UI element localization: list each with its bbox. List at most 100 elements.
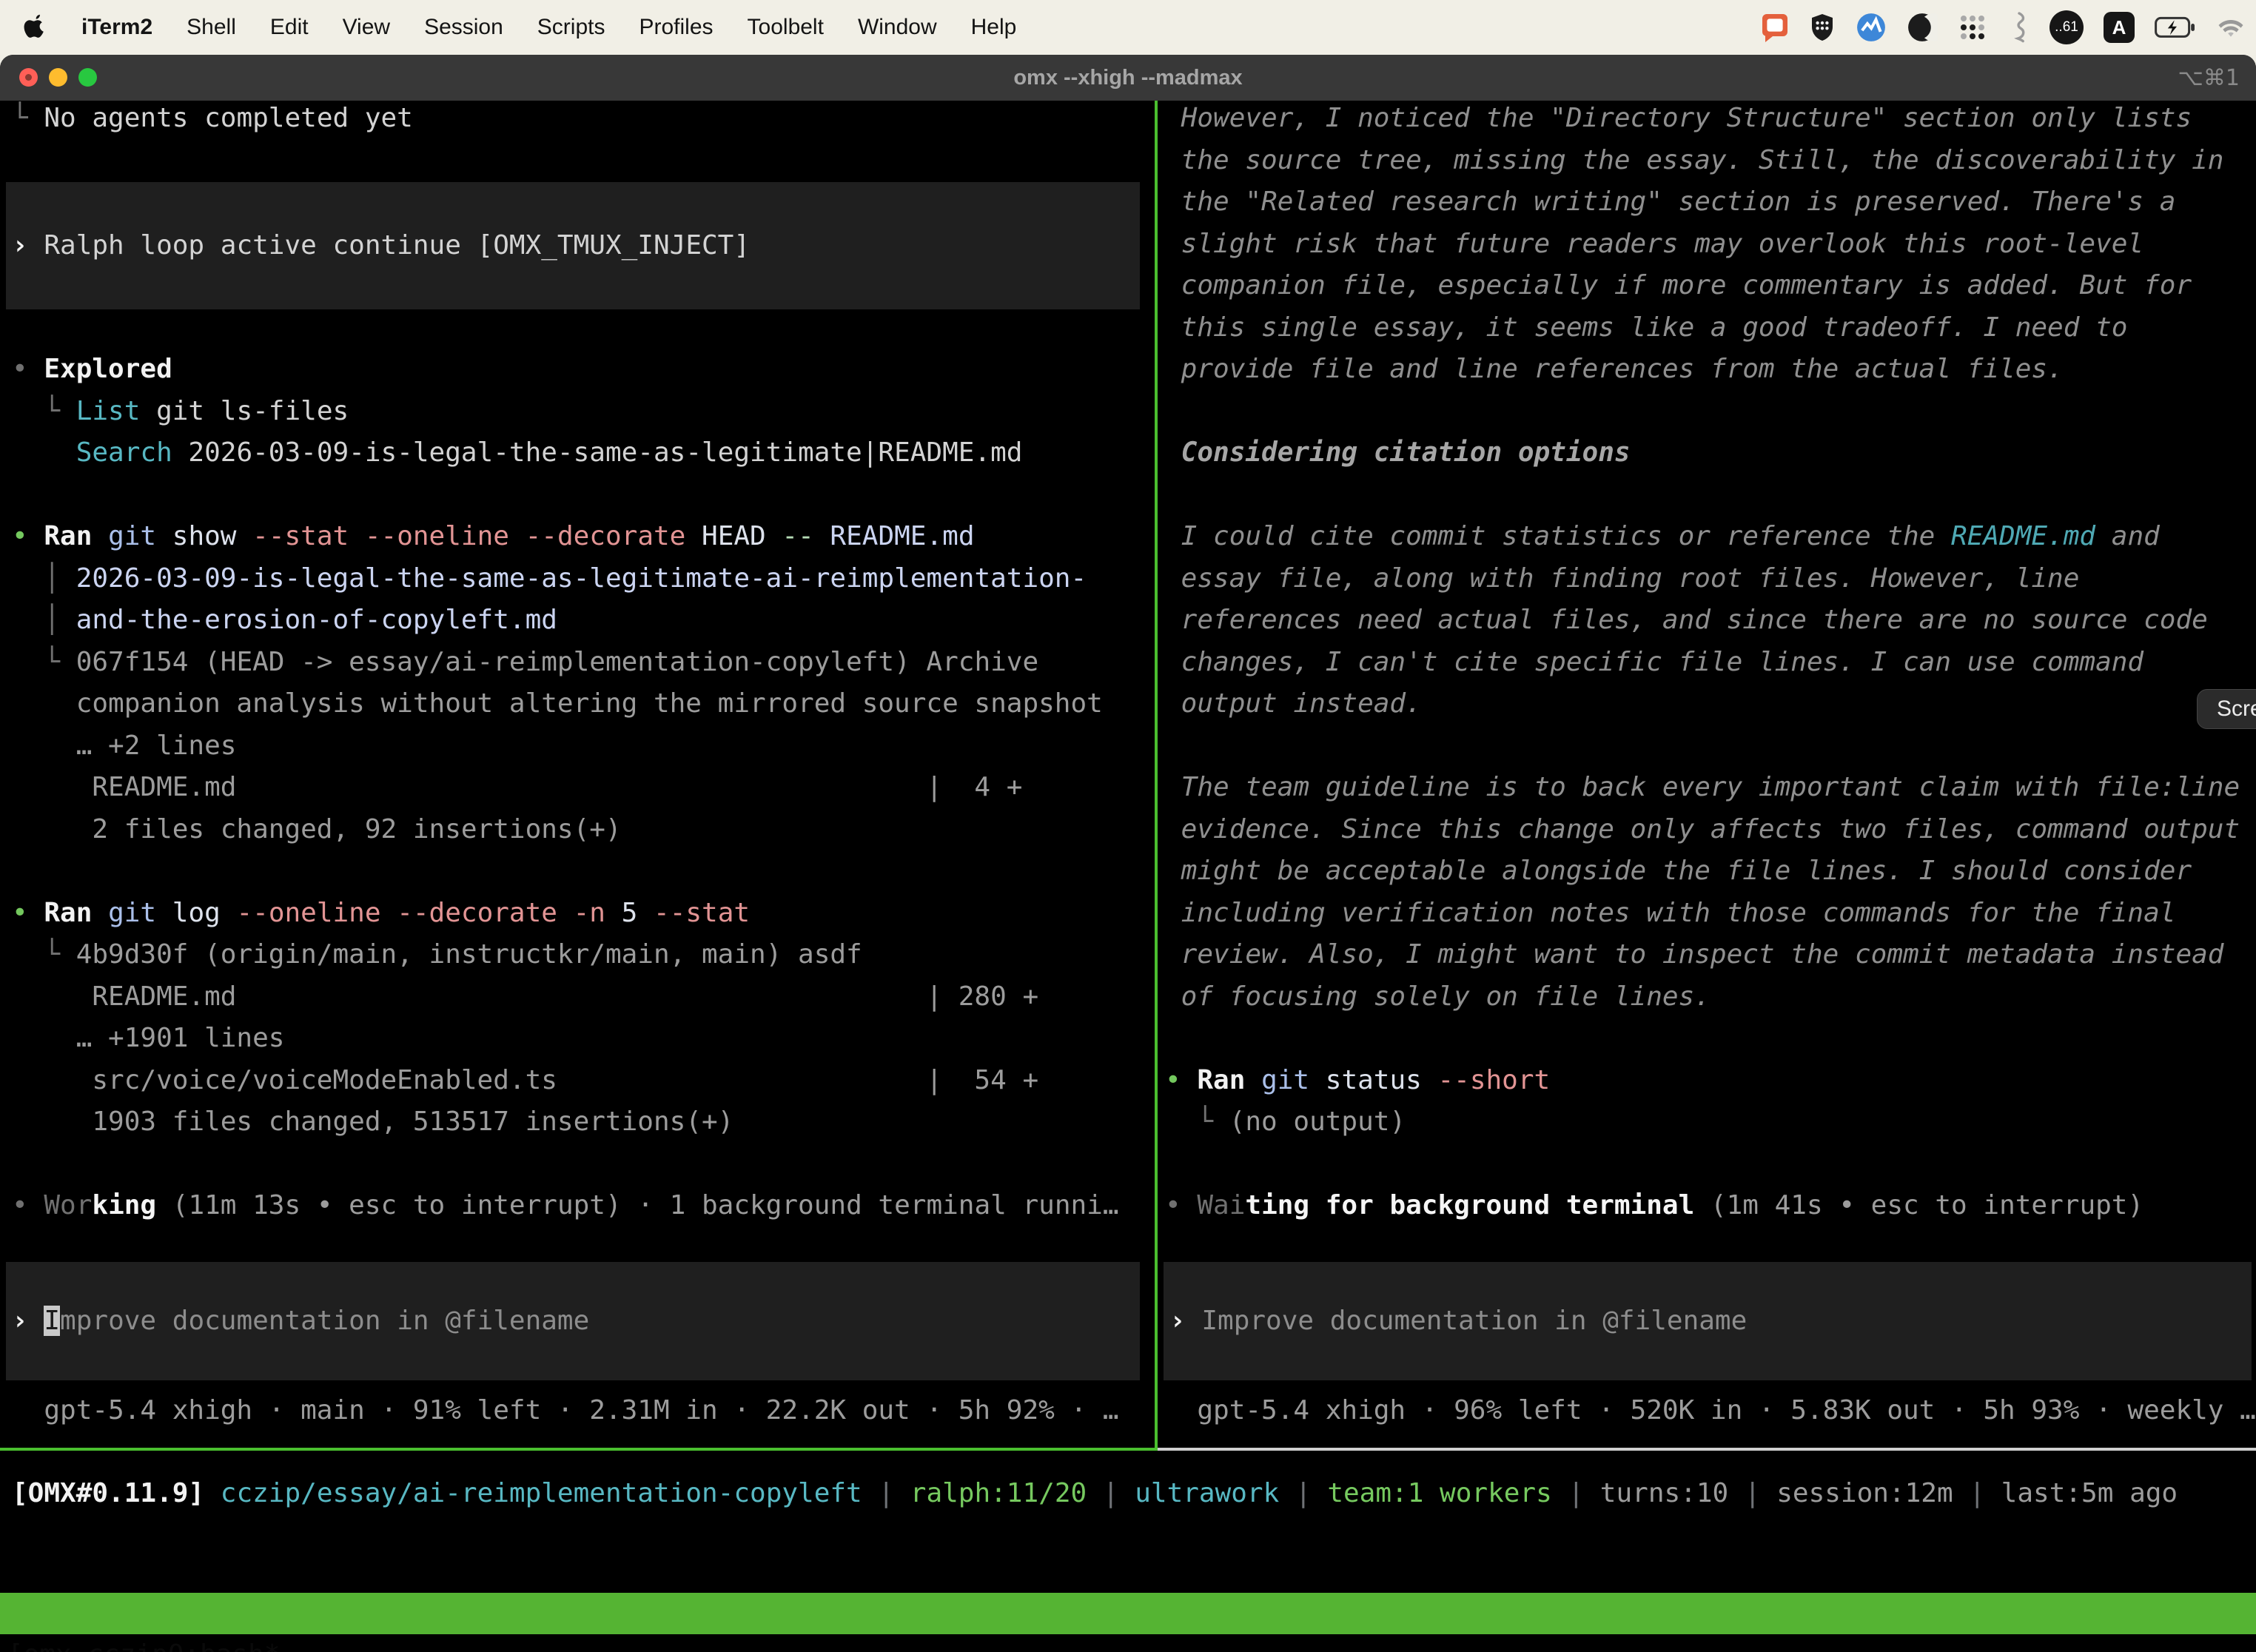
terminal-line: • Working (11m 13s • esc to interrupt) ·… bbox=[12, 1185, 1155, 1227]
text-segment: Wai bbox=[1197, 1190, 1245, 1220]
queued-message-box: › Ralph loop active continue [OMX_TMUX_I… bbox=[6, 182, 1140, 309]
right-prompt-line: › Improve documentation in @filename bbox=[1169, 1300, 1747, 1343]
apple-menu[interactable] bbox=[24, 10, 47, 44]
text-segment: … +2 lines bbox=[12, 731, 236, 761]
text-segment: essay file, along with finding root file… bbox=[1165, 563, 2079, 594]
text-segment: evidence. Since this change only affects… bbox=[1165, 814, 2240, 845]
terminal-line: Search 2026-03-09-is-legal-the-same-as-l… bbox=[12, 432, 1155, 474]
text-segment: HEAD bbox=[702, 521, 782, 551]
terminal-line: └ 067f154 (HEAD -> essay/ai-reimplementa… bbox=[12, 642, 1155, 684]
terminal-line bbox=[12, 474, 1155, 517]
tmux-session-label: [omx-cczip0:bash* bbox=[7, 1634, 280, 1652]
menu-item-edit[interactable]: Edit bbox=[270, 15, 309, 40]
apple-icon bbox=[24, 10, 47, 44]
menu-bar-status-icons: ..61 A bbox=[1761, 0, 2246, 55]
text-segment: Ran bbox=[44, 898, 108, 928]
menu-item-view[interactable]: View bbox=[343, 15, 390, 40]
terminal-line: might be acceptable alongside the file l… bbox=[1165, 850, 2256, 893]
count-badge-icon[interactable]: ..61 bbox=[2049, 10, 2084, 44]
iterm2-window: omx --xhigh --madmax ⌥⌘1 └ No agents com… bbox=[0, 55, 2256, 1652]
tmux-pane-left[interactable]: └ No agents completed yet• Explored └ Li… bbox=[0, 101, 1155, 1448]
menu-item-help[interactable]: Help bbox=[971, 15, 1017, 40]
text-segment: this single essay, it seems like a good … bbox=[1165, 312, 2127, 343]
dots-grid-icon[interactable] bbox=[1958, 13, 1987, 42]
text-segment: git bbox=[108, 898, 172, 928]
menu-item-toolbelt[interactable]: Toolbelt bbox=[748, 15, 824, 40]
menu-item-session[interactable]: Session bbox=[424, 15, 503, 40]
text-segment: | bbox=[862, 1478, 910, 1508]
text-segment bbox=[204, 1478, 221, 1508]
tmux-pane-right[interactable]: However, I noticed the "Directory Struct… bbox=[1159, 101, 2256, 1448]
text-segment: README.md bbox=[830, 521, 974, 551]
pane-divider-horizontal-active[interactable] bbox=[0, 1448, 1158, 1451]
privacy-shield-icon[interactable] bbox=[1809, 13, 1836, 42]
left-prompt-line: › Improve documentation in @filename bbox=[12, 1300, 589, 1343]
terminal-line: The team guideline is to back every impo… bbox=[1165, 767, 2256, 809]
text-segment: show bbox=[172, 521, 252, 551]
serpent-icon[interactable] bbox=[2007, 11, 2030, 44]
terminal-line: references need actual files, and since … bbox=[1165, 600, 2256, 642]
terminal-line bbox=[12, 140, 1155, 182]
screen-notification-toast[interactable]: Scre bbox=[2197, 689, 2256, 729]
text-segment: Wor bbox=[44, 1190, 92, 1220]
terminal-line: └ No agents completed yet bbox=[12, 101, 1155, 140]
text-segment: last:5m ago bbox=[2001, 1478, 2178, 1508]
activity-sync-icon[interactable] bbox=[1856, 12, 1887, 43]
chat-app-icon[interactable] bbox=[1761, 13, 1789, 42]
menu-item-shell[interactable]: Shell bbox=[187, 15, 236, 40]
text-segment: › bbox=[12, 1306, 44, 1336]
text-segment: turns:10 bbox=[1600, 1478, 1728, 1508]
text-segment: git bbox=[108, 521, 172, 551]
text-segment: └ bbox=[12, 647, 76, 677]
right-prompt-input[interactable]: › Improve documentation in @filename bbox=[1164, 1262, 2252, 1380]
focus-moon-icon[interactable] bbox=[1907, 12, 1938, 43]
text-segment: └ bbox=[12, 396, 76, 426]
left-prompt-input[interactable]: › Improve documentation in @filename bbox=[6, 1262, 1140, 1380]
text-segment: • bbox=[1165, 1190, 1197, 1220]
left-session-status: gpt-5.4 xhigh · main · 91% left · 2.31M … bbox=[12, 1390, 1119, 1432]
text-segment: -- bbox=[782, 521, 830, 551]
text-segment: Ran bbox=[44, 521, 108, 551]
text-segment: • bbox=[12, 898, 44, 928]
pane-divider-vertical[interactable] bbox=[1155, 101, 1158, 1448]
terminal-line: … +2 lines bbox=[12, 725, 1155, 768]
text-segment: … +1901 lines bbox=[12, 1023, 284, 1053]
text-segment: log bbox=[172, 898, 237, 928]
pane-divider-horizontal-inactive[interactable] bbox=[1158, 1448, 2256, 1451]
text-segment: gpt-5.4 xhigh · 96% left · 520K in · 5.8… bbox=[1165, 1395, 2256, 1426]
terminal-content: └ No agents completed yet• Explored └ Li… bbox=[0, 101, 2256, 1652]
text-segment: review. Also, I might want to inspect th… bbox=[1165, 939, 2223, 970]
window-title-bar[interactable]: omx --xhigh --madmax ⌥⌘1 bbox=[0, 55, 2256, 101]
text-segment: └ bbox=[12, 103, 44, 133]
menu-item-profiles[interactable]: Profiles bbox=[639, 15, 713, 40]
text-segment: Ran bbox=[1197, 1065, 1261, 1095]
window-title: omx --xhigh --madmax bbox=[0, 55, 2256, 101]
text-segment: session:12m bbox=[1776, 1478, 1953, 1508]
tmux-status-bar: [omx-cczip0:bash* "MacBook-Pro-44.local"… bbox=[0, 1593, 2256, 1634]
terminal-line: this single essay, it seems like a good … bbox=[1165, 307, 2256, 349]
terminal-line: │ and-the-erosion-of-copyleft.md bbox=[12, 600, 1155, 642]
menu-item-window[interactable]: Window bbox=[858, 15, 937, 40]
menu-item-scripts[interactable]: Scripts bbox=[537, 15, 605, 40]
text-segment: README.md | 280 + bbox=[12, 981, 1038, 1012]
omx-status-line: [OMX#0.11.9] cczip/essay/ai-reimplementa… bbox=[12, 1473, 2178, 1515]
menu-item-iterm2[interactable]: iTerm2 bbox=[81, 15, 152, 40]
text-segment: • bbox=[12, 354, 44, 384]
text-segment: Ralph loop active continue [OMX_TMUX_INJ… bbox=[44, 230, 750, 261]
text-segment: of focusing solely on file lines. bbox=[1165, 981, 1711, 1012]
terminal-line: I could cite commit statistics or refere… bbox=[1165, 516, 2256, 558]
input-source-icon[interactable]: A bbox=[2104, 12, 2135, 43]
text-segment: the "Related research writing" section i… bbox=[1165, 187, 2175, 217]
text-segment bbox=[12, 437, 76, 468]
terminal-line: However, I noticed the "Directory Struct… bbox=[1165, 101, 2256, 140]
terminal-line: src/voice/voiceModeEnabled.ts | 54 + bbox=[12, 1060, 1155, 1102]
battery-icon[interactable] bbox=[2155, 16, 2196, 38]
text-segment: 5 bbox=[622, 898, 654, 928]
window-shortcut-label: ⌥⌘1 bbox=[2178, 55, 2240, 101]
text-segment: changes, I can't cite specific file line… bbox=[1165, 647, 2143, 677]
text-segment: --short bbox=[1437, 1065, 1550, 1095]
terminal-line: └ (no output) bbox=[1165, 1101, 2256, 1144]
terminal-line: • Ran git log --oneline --decorate -n 5 … bbox=[12, 893, 1155, 935]
text-segment: I could cite commit statistics or refere… bbox=[1165, 521, 1951, 551]
wifi-icon[interactable] bbox=[2216, 16, 2246, 39]
